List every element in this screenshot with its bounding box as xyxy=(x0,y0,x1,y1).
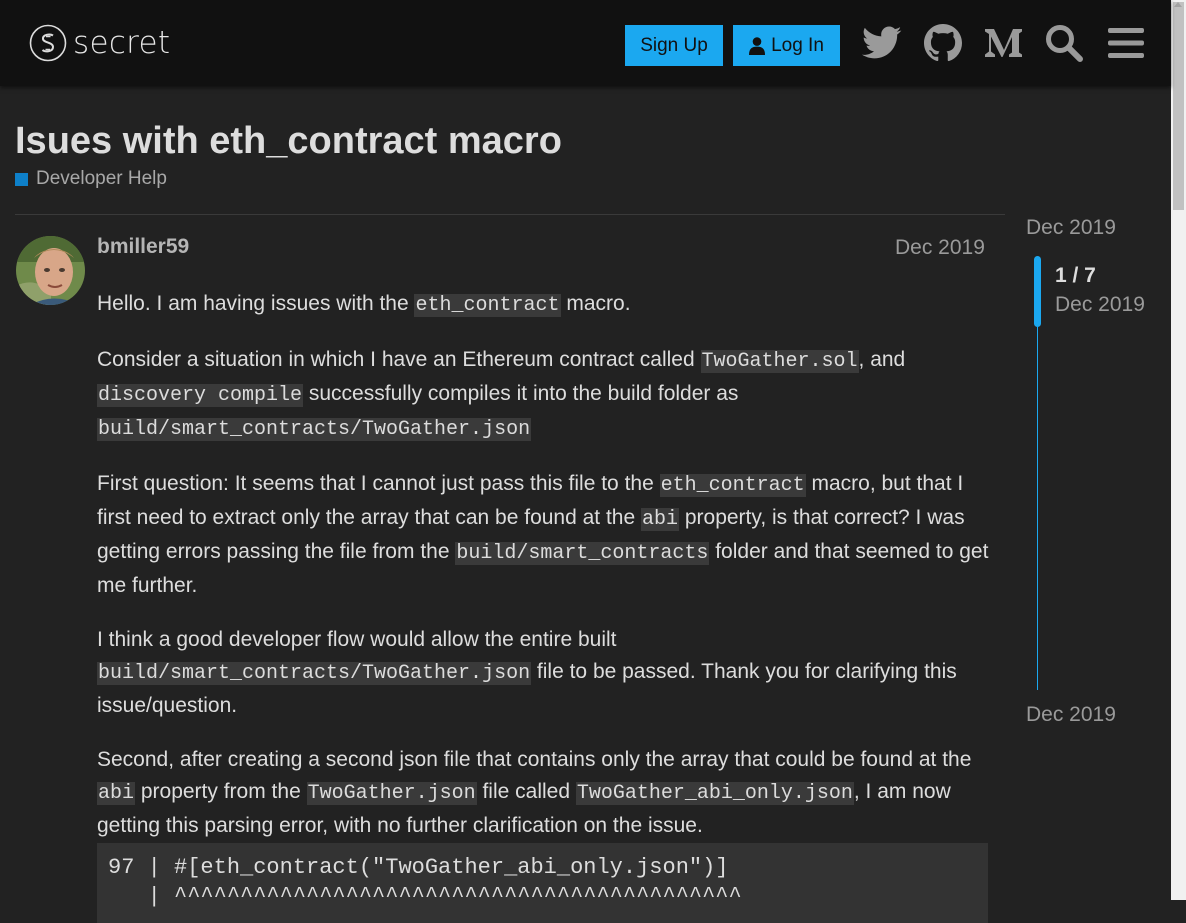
inline-code: abi xyxy=(97,782,136,805)
post-username[interactable]: bmiller59 xyxy=(97,235,189,259)
inline-code: abi xyxy=(641,508,680,531)
text-span: Second, after creating a second json fil… xyxy=(97,748,972,771)
text-span: Consider a situation in which I have an … xyxy=(97,348,701,371)
post-paragraph: First question: It seems that I cannot j… xyxy=(97,468,989,602)
secret-logo-icon xyxy=(29,24,67,62)
logo-text: secret xyxy=(73,25,171,61)
code-line: 97 | #[eth_contract("TwoGather_abi_only.… xyxy=(108,855,729,880)
timeline-position: 1 / 7 xyxy=(1055,264,1096,287)
timeline-start-date[interactable]: Dec 2019 xyxy=(1026,216,1116,240)
timeline-position-date: Dec 2019 xyxy=(1055,293,1145,316)
log-in-button[interactable]: Log In xyxy=(733,25,840,66)
scrollbar-thumb[interactable] xyxy=(1173,2,1184,210)
avatar[interactable] xyxy=(16,236,85,305)
text-span: macro. xyxy=(560,292,631,315)
text-span: First question: It seems that I cannot j… xyxy=(97,472,660,495)
inline-code: build/smart_contracts/TwoGather.json xyxy=(97,662,532,685)
log-in-label: Log In xyxy=(771,34,824,56)
category-badge[interactable]: Developer Help xyxy=(15,168,167,190)
inline-code: build/smart_contracts/TwoGather.json xyxy=(97,418,532,441)
topic-divider xyxy=(15,214,1005,215)
text-span: successfully compiles it into the build … xyxy=(303,382,739,405)
text-span: I think a good developer flow would allo… xyxy=(97,628,617,651)
github-icon[interactable] xyxy=(922,22,964,64)
scroll-up-arrow-icon[interactable] xyxy=(1174,2,1182,7)
search-icon[interactable] xyxy=(1043,22,1085,64)
post-body: Hello. I am having issues with the eth_c… xyxy=(97,288,989,864)
inline-code: TwoGather.sol xyxy=(700,350,859,373)
medium-icon[interactable] xyxy=(983,22,1025,64)
category-color-swatch xyxy=(15,172,28,186)
inline-code: TwoGather_abi_only.json xyxy=(575,782,854,805)
post-paragraph: I think a good developer flow would allo… xyxy=(97,624,989,722)
timeline-end-date[interactable]: Dec 2019 xyxy=(1026,703,1116,727)
sign-up-button[interactable]: Sign Up xyxy=(625,25,723,66)
inline-code: build/smart_contracts xyxy=(455,542,710,565)
text-span: property from the xyxy=(135,780,307,803)
timeline-scroller-handle[interactable] xyxy=(1034,256,1041,327)
inline-code: discovery compile xyxy=(97,384,304,407)
post-date[interactable]: Dec 2019 xyxy=(895,236,985,260)
text-span: file called xyxy=(476,780,576,803)
inline-code: TwoGather.json xyxy=(306,782,477,805)
category-name: Developer Help xyxy=(36,168,167,189)
code-line: | ^^^^^^^^^^^^^^^^^^^^^^^^^^^^^^^^^^^^^^… xyxy=(108,884,742,909)
text-span: Hello. I am having issues with the xyxy=(97,292,415,315)
post-paragraph: Hello. I am having issues with the eth_c… xyxy=(97,288,989,322)
code-block[interactable]: 97 | #[eth_contract("TwoGather_abi_only.… xyxy=(97,843,988,923)
inline-code: eth_contract xyxy=(659,474,806,497)
user-icon xyxy=(749,36,766,55)
site-header: secret Sign Up Log In xyxy=(0,0,1171,86)
post-paragraph: Second, after creating a second json fil… xyxy=(97,744,989,842)
menu-icon[interactable] xyxy=(1105,22,1147,64)
inline-code: eth_contract xyxy=(414,294,561,317)
post-paragraph: Consider a situation in which I have an … xyxy=(97,344,989,446)
site-logo[interactable]: secret xyxy=(29,24,170,62)
topic-title[interactable]: Isues with eth_contract macro xyxy=(15,120,562,163)
text-span: , and xyxy=(858,348,906,371)
twitter-icon[interactable] xyxy=(861,22,903,64)
